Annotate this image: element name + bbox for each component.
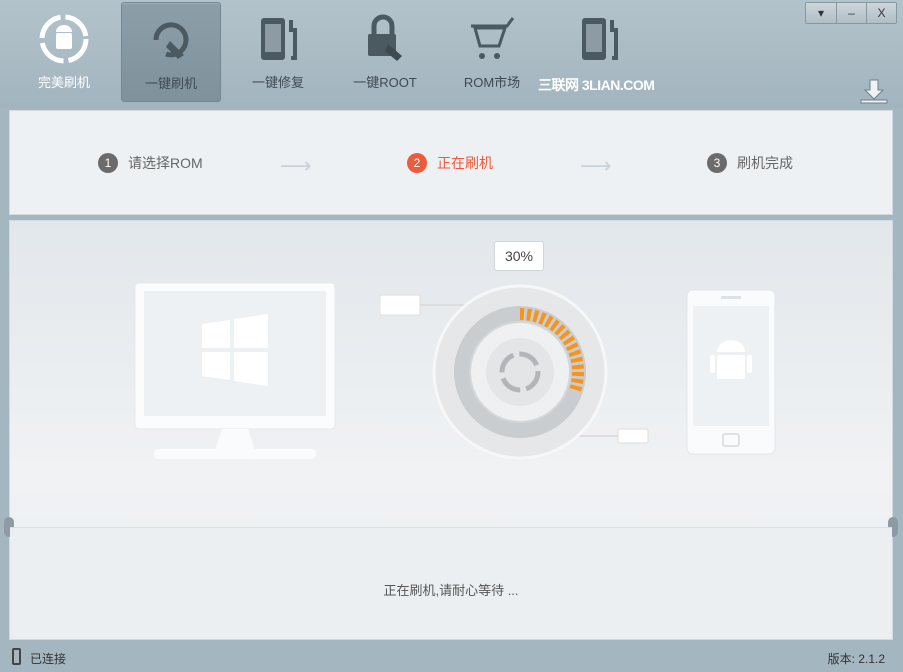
window-controls: ▾ – X — [805, 2, 897, 24]
status-message: 正在刷机,请耐心等待 ... — [383, 583, 519, 598]
step-label: 请选择ROM — [128, 155, 203, 171]
flash-panel: 30% 正在刷机,请耐心等待 ... — [4, 220, 898, 640]
phone-wrench-icon — [261, 18, 297, 60]
progress-percent: 30% — [494, 241, 544, 271]
nav-rom-market[interactable]: ROM市场 — [442, 2, 542, 102]
step-number: 1 — [98, 153, 118, 173]
message-area: 正在刷机,请耐心等待 ... — [10, 527, 892, 639]
connection-status: 已连接 — [30, 652, 67, 666]
minimize-button[interactable]: – — [836, 3, 866, 23]
nav-label: ROM市场 — [463, 75, 521, 90]
nav-one-click-flash[interactable]: 一键刷机 — [121, 2, 221, 102]
nav-label: 完美刷机 — [37, 75, 90, 90]
toolbar: 完美刷机 一键刷机 一键修复 一键ROOT ROM市场 三联网 3LIAN.CO… — [0, 0, 903, 108]
step-complete: 3 刷机完成 — [707, 153, 793, 173]
step-number: 2 — [407, 153, 427, 173]
computer-icon — [134, 282, 336, 459]
watermark: 三联网 3LIAN.COM — [538, 77, 655, 93]
steps-panel: 1 请选择ROM ⟶ 2 正在刷机 ⟶ 3 刷机完成 — [9, 110, 893, 215]
progress-ring — [380, 284, 649, 460]
step-flashing: 2 正在刷机 — [407, 153, 493, 173]
step-number: 3 — [707, 153, 727, 173]
close-button[interactable]: X — [866, 3, 896, 23]
nav-one-click-repair[interactable]: 一键修复 — [228, 2, 328, 102]
nav-label: 一键ROOT — [353, 75, 417, 90]
download-icon[interactable] — [859, 78, 889, 104]
nav-label: 一键修复 — [251, 75, 304, 90]
refresh-hand-icon — [153, 22, 189, 59]
nav-one-click-root[interactable]: 一键ROOT — [335, 2, 435, 102]
nav-label: 一键刷机 — [144, 76, 197, 91]
menu-button[interactable]: ▾ — [806, 3, 836, 23]
lock-hand-icon — [368, 14, 402, 61]
step-select-rom: 1 请选择ROM — [98, 153, 203, 173]
nav-perfect-flash[interactable]: 完美刷机 — [14, 2, 114, 102]
arrow-icon: ⟶ — [280, 153, 312, 178]
step-label: 刷机完成 — [737, 155, 793, 171]
step-label: 正在刷机 — [437, 155, 493, 171]
status-bar: 已连接 版本: 2.1.2 — [0, 642, 903, 672]
arrow-icon: ⟶ — [580, 153, 612, 178]
phone-wrench-icon — [582, 18, 618, 60]
phone-icon — [686, 289, 776, 455]
version-label: 版本: 2.1.2 — [827, 652, 885, 666]
cart-icon — [471, 17, 515, 59]
phone-connected-icon — [12, 648, 21, 665]
android-refresh-icon — [39, 14, 89, 64]
